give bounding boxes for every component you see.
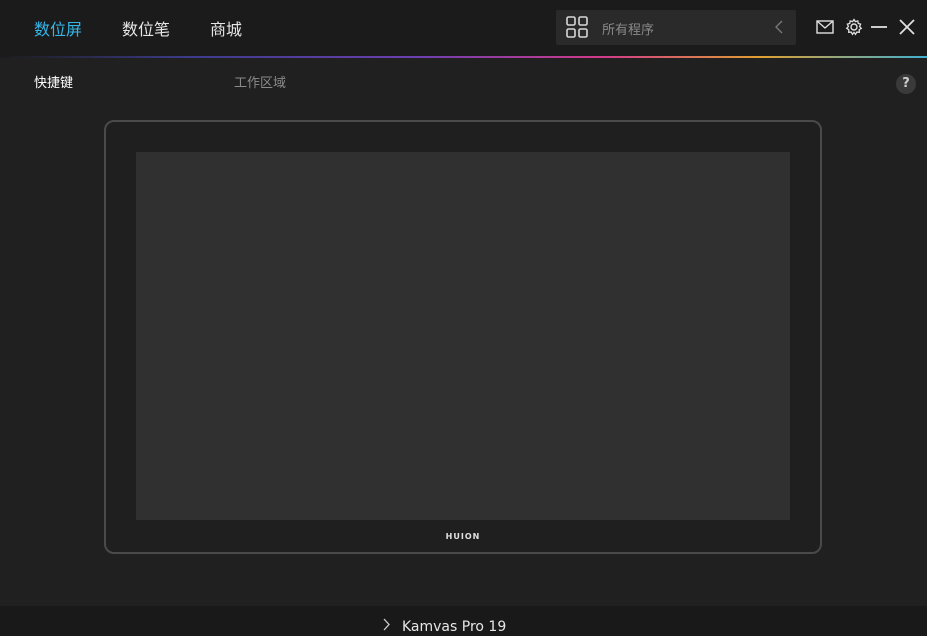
subtab-work-area[interactable]: 工作区域	[234, 72, 286, 91]
header-bar: 数位屏 数位笔 商城 所有程序	[0, 0, 927, 56]
chevron-left-icon[interactable]	[774, 19, 784, 35]
chevron-right-icon[interactable]	[382, 618, 390, 631]
header-divider	[0, 56, 927, 58]
device-name[interactable]: Kamvas Pro 19	[402, 619, 506, 635]
tab-display[interactable]: 数位屏	[34, 16, 82, 40]
app-window: 数位屏 数位笔 商城 所有程序 快捷键 工作区域 ? HUION Kamvas …	[0, 0, 927, 636]
tablet-screen	[136, 152, 790, 520]
tablet-illustration: HUION	[104, 120, 822, 554]
tab-pen[interactable]: 数位笔	[122, 16, 170, 40]
program-selector-label: 所有程序	[602, 23, 655, 38]
minimize-icon[interactable]	[869, 17, 889, 37]
subtab-shortcuts[interactable]: 快捷键	[34, 72, 73, 91]
help-button[interactable]: ?	[896, 74, 916, 94]
mail-icon[interactable]	[815, 17, 835, 37]
gear-icon[interactable]	[844, 17, 864, 37]
close-icon[interactable]	[897, 17, 917, 37]
tab-store[interactable]: 商城	[210, 16, 242, 40]
grid-icon[interactable]	[566, 16, 588, 38]
footer-bar: Kamvas Pro 19	[0, 606, 927, 636]
tablet-logo: HUION	[445, 532, 481, 541]
program-selector[interactable]: 所有程序	[556, 10, 796, 45]
